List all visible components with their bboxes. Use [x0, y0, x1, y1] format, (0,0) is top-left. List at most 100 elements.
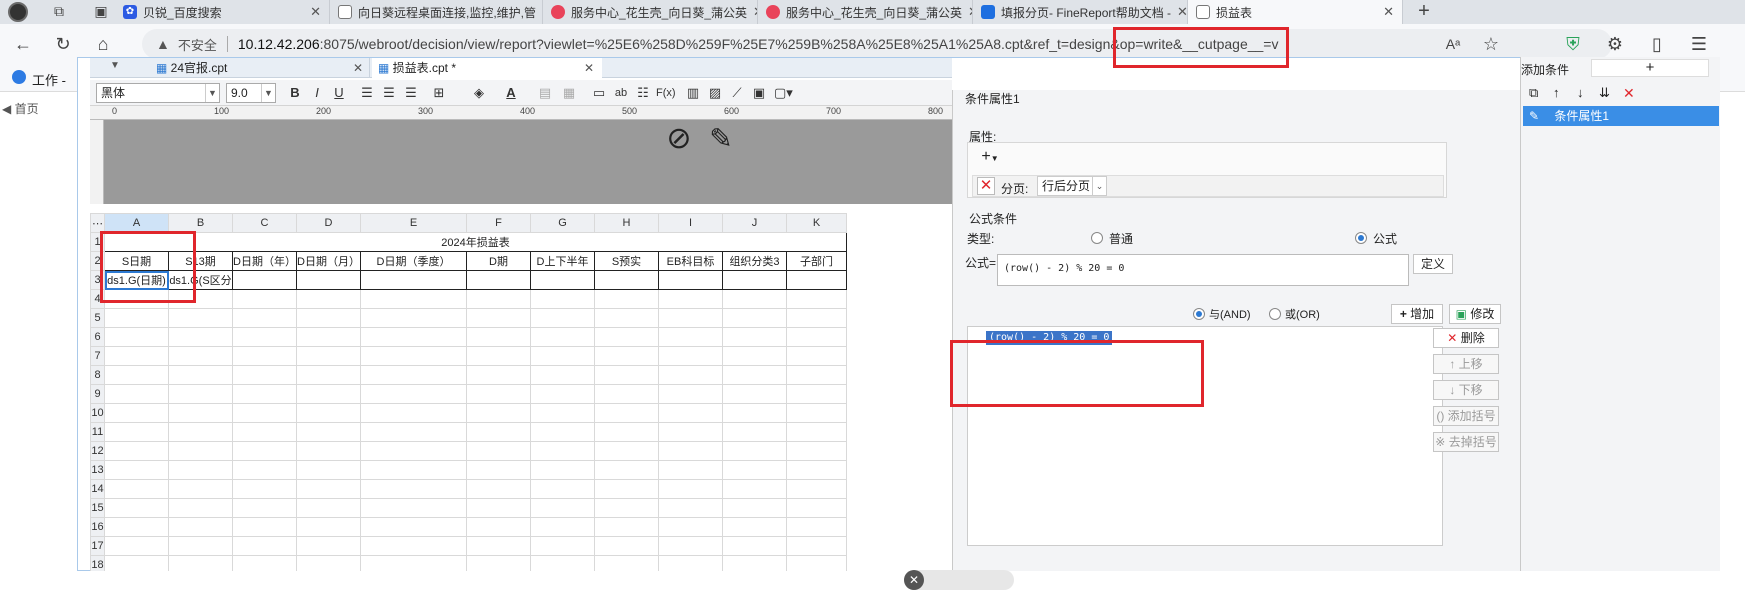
empty-cell[interactable] — [296, 403, 361, 423]
empty-cell[interactable] — [786, 384, 847, 404]
empty-cell[interactable] — [786, 479, 847, 499]
header-cell[interactable]: S13期 — [168, 251, 233, 271]
empty-cell[interactable] — [722, 441, 787, 461]
empty-cell[interactable] — [466, 536, 531, 556]
empty-cell[interactable] — [658, 536, 723, 556]
sort-icon[interactable]: ⇊ — [1599, 85, 1610, 101]
delete-icon[interactable]: ✕ — [1623, 85, 1635, 102]
close-icon[interactable]: ✕ — [962, 4, 972, 20]
italic-icon[interactable]: I — [308, 83, 326, 103]
empty-cell[interactable] — [360, 365, 467, 385]
empty-cell[interactable] — [168, 289, 233, 309]
empty-cell[interactable] — [296, 555, 361, 571]
empty-cell[interactable] — [232, 460, 297, 480]
bookmark-label[interactable]: 工作 - — [32, 70, 66, 89]
empty-cell[interactable] — [594, 555, 659, 571]
image-icon[interactable]: ▨ — [706, 83, 724, 103]
profile-avatar[interactable] — [8, 2, 28, 22]
close-icon[interactable]: ✕ — [536, 4, 542, 20]
empty-cell[interactable] — [722, 308, 787, 328]
empty-cell[interactable] — [530, 460, 595, 480]
empty-cell[interactable] — [530, 289, 595, 309]
close-icon[interactable]: ✕ — [1171, 4, 1187, 20]
empty-cell[interactable] — [296, 422, 361, 442]
shield-icon[interactable]: ⛨ — [1560, 32, 1586, 56]
header-cell[interactable]: D日期（年） — [232, 251, 297, 271]
empty-cell[interactable] — [786, 403, 847, 423]
move-down-button[interactable]: ↓ 下移 — [1433, 380, 1499, 400]
empty-cell[interactable] — [658, 384, 723, 404]
row-header[interactable]: 7 — [90, 346, 105, 366]
close-icon[interactable]: ✕ — [304, 4, 321, 20]
empty-cell[interactable] — [232, 555, 297, 571]
empty-cell[interactable] — [168, 365, 233, 385]
empty-cell[interactable] — [232, 289, 297, 309]
header-cell[interactable]: S预实 — [594, 251, 659, 271]
merge-cell-icon[interactable]: ▤ — [536, 83, 554, 103]
empty-cell[interactable] — [594, 365, 659, 385]
browser-tab-oray-2[interactable]: 服务中心_花生壳_向日葵_蒲公英 ✕ — [758, 0, 973, 24]
empty-cell[interactable] — [722, 422, 787, 442]
font-family-select[interactable]: 黑体 ▼ — [96, 83, 220, 103]
delete-condition-button[interactable]: ✕ 删除 — [1433, 328, 1499, 348]
empty-cell[interactable] — [530, 536, 595, 556]
copy-icon[interactable]: ⧉ — [1529, 85, 1538, 101]
empty-cell[interactable] — [296, 536, 361, 556]
row-header[interactable]: 9 — [90, 384, 105, 404]
move-up-button[interactable]: ↑ 上移 — [1433, 354, 1499, 374]
fill-color-icon[interactable]: ◈ — [470, 83, 488, 103]
empty-cell[interactable] — [594, 308, 659, 328]
empty-cell[interactable] — [658, 441, 723, 461]
doc-tab-dropdown-icon[interactable]: ▼ — [110, 60, 120, 71]
empty-cell[interactable] — [466, 308, 531, 328]
empty-cell[interactable] — [168, 422, 233, 442]
empty-cell[interactable] — [722, 479, 787, 499]
empty-cell[interactable] — [594, 327, 659, 347]
url-field[interactable]: ▲ 不安全 10.12.42.206:8075/webroot/decision… — [142, 29, 1612, 59]
empty-cell[interactable] — [296, 365, 361, 385]
reload-icon[interactable]: ↻ — [50, 32, 76, 56]
empty-cell[interactable] — [104, 555, 169, 571]
empty-cell[interactable] — [466, 384, 531, 404]
header-cell[interactable]: EB科目标 — [658, 251, 723, 271]
empty-cell[interactable] — [466, 403, 531, 423]
formula-icon[interactable]: F(x) — [656, 83, 676, 103]
slash-icon[interactable]: ⟋ — [728, 83, 746, 103]
home-icon[interactable]: ⌂ — [90, 32, 116, 56]
data-cell[interactable] — [360, 270, 467, 290]
empty-cell[interactable] — [722, 460, 787, 480]
header-cell[interactable]: D期 — [466, 251, 531, 271]
empty-cell[interactable] — [786, 555, 847, 571]
empty-cell[interactable] — [168, 555, 233, 571]
data-cell[interactable] — [594, 270, 659, 290]
empty-cell[interactable] — [658, 308, 723, 328]
type-normal-radio[interactable] — [1091, 232, 1103, 244]
empty-cell[interactable] — [296, 479, 361, 499]
close-icon[interactable]: ✕ — [1377, 4, 1394, 20]
column-header-k[interactable]: K — [786, 213, 847, 233]
empty-cell[interactable] — [466, 498, 531, 518]
empty-cell[interactable] — [594, 460, 659, 480]
empty-cell[interactable] — [296, 308, 361, 328]
empty-cell[interactable] — [786, 441, 847, 461]
empty-cell[interactable] — [594, 498, 659, 518]
column-header-b[interactable]: B — [168, 213, 233, 233]
empty-cell[interactable] — [168, 403, 233, 423]
empty-cell[interactable] — [360, 555, 467, 571]
empty-cell[interactable] — [466, 346, 531, 366]
header-cell[interactable]: 子部门 — [786, 251, 847, 271]
back-icon[interactable]: ← — [10, 32, 36, 56]
empty-cell[interactable] — [168, 327, 233, 347]
empty-cell[interactable] — [104, 327, 169, 347]
empty-cell[interactable] — [722, 555, 787, 571]
row-header[interactable]: 15 — [90, 498, 105, 518]
doc-tab-1[interactable]: ▦ 24官报.cpt ✕ — [150, 58, 370, 78]
empty-cell[interactable] — [360, 308, 467, 328]
column-header-c[interactable]: C — [232, 213, 297, 233]
condition-list-item[interactable]: (row() - 2) % 20 = 0 — [986, 331, 1113, 345]
split-screen-icon[interactable]: ▯ — [1644, 32, 1670, 56]
empty-cell[interactable] — [168, 536, 233, 556]
empty-cell[interactable] — [232, 403, 297, 423]
empty-cell[interactable] — [530, 555, 595, 571]
favorites-icon[interactable]: ☰ — [1686, 32, 1712, 56]
